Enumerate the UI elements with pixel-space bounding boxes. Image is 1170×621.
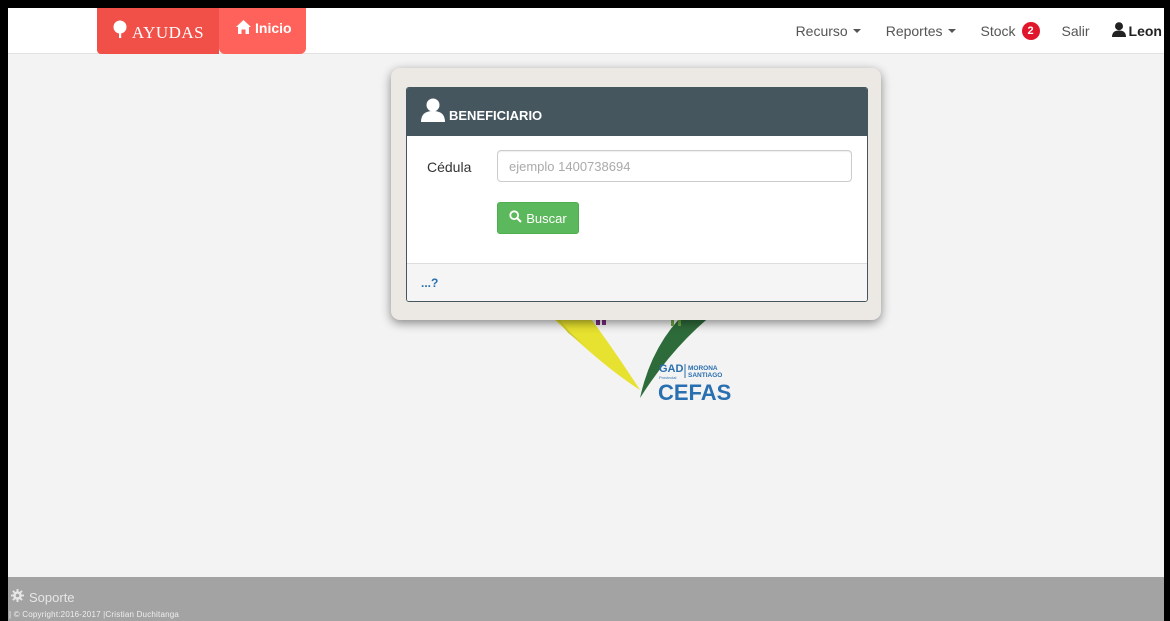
user-icon: [421, 98, 445, 127]
nav-inicio[interactable]: Inicio: [219, 8, 306, 54]
cedula-label: Cédula: [427, 159, 472, 175]
caret-down-icon: [947, 29, 956, 33]
cedula-input[interactable]: [497, 150, 852, 182]
soporte-link[interactable]: Soporte: [11, 589, 75, 605]
panel-header: BENEFICIARIO: [407, 88, 867, 136]
search-modal: BENEFICIARIO Cédula Buscar ...?: [391, 68, 881, 320]
soporte-label: Soporte: [29, 589, 75, 605]
nav-inicio-label: Inicio: [255, 20, 292, 36]
nav-salir-label: Salir: [1061, 22, 1090, 39]
panel-title: BENEFICIARIO: [449, 107, 543, 123]
panel-footer-link[interactable]: ...?: [421, 276, 438, 290]
brand-button[interactable]: AYUDAS: [97, 8, 219, 54]
nav-reportes[interactable]: Reportes: [886, 23, 956, 39]
nav-stock-label: Stock: [980, 22, 1016, 39]
caret-down-icon: [852, 29, 861, 33]
brand-label: AYUDAS: [131, 23, 205, 42]
logo-gad: GAD: [659, 363, 684, 375]
nav-reportes-label: Reportes: [885, 22, 943, 39]
copyright-text: | © Copyright:2016-2017 |Cristian Duchit…: [9, 610, 180, 619]
gear-icon: [11, 589, 24, 605]
nav-recurso-label: Recurso: [795, 22, 848, 39]
logo-morona: MORONA: [688, 365, 718, 372]
cedula-row: Cédula: [407, 150, 867, 182]
nav-user-label: Leon: [1128, 22, 1162, 39]
nav-user[interactable]: Leon: [1111, 21, 1162, 40]
browser-viewport: AYUDAS Inicio Recurso Reportes Stock 2 S…: [8, 8, 1164, 621]
tree-icon: [112, 20, 128, 43]
buscar-button[interactable]: Buscar: [497, 202, 579, 234]
page-footer: Soporte | © Copyright:2016-2017 |Cristia…: [8, 577, 1164, 621]
buscar-label: Buscar: [526, 210, 567, 226]
logo-cefas: CEFAS: [658, 380, 731, 405]
nav-stock[interactable]: Stock 2: [980, 21, 1040, 40]
nav-recurso[interactable]: Recurso: [796, 23, 861, 39]
panel-footer: ...?: [407, 263, 867, 301]
nav-right: Recurso Reportes Stock 2 Salir Leon: [796, 8, 1164, 53]
user-icon: [1111, 21, 1126, 40]
beneficiario-panel: BENEFICIARIO Cédula Buscar ...?: [406, 87, 868, 302]
nav-salir[interactable]: Salir: [1062, 23, 1090, 39]
logo-santiago: SANTIAGO: [688, 372, 722, 379]
top-navbar: AYUDAS Inicio Recurso Reportes Stock 2 S…: [8, 8, 1164, 54]
home-icon: [236, 20, 251, 37]
stock-badge: 2: [1021, 21, 1040, 40]
search-icon: [509, 210, 522, 226]
